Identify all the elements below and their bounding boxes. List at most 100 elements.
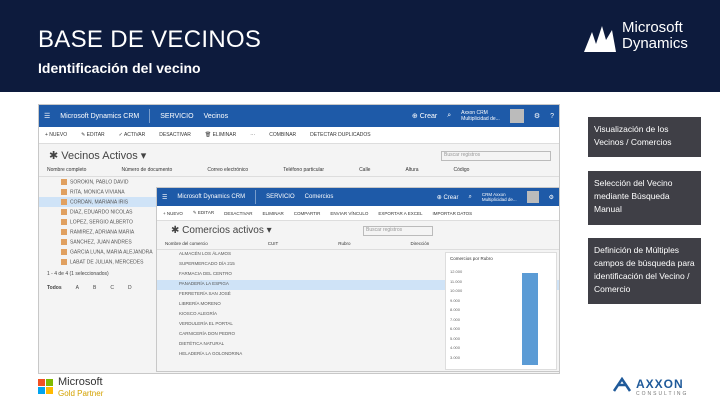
record-icon: [61, 239, 67, 245]
alpha-letter[interactable]: A: [76, 285, 79, 291]
tick-label: 5.000: [450, 335, 461, 341]
create-button[interactable]: ⊕ Crear: [412, 112, 437, 120]
chart-caption[interactable]: Comercios por Rubro: [446, 253, 556, 264]
crm-topbar: ☰ Microsoft Dynamics CRM SERVICIO Vecino…: [39, 105, 559, 127]
alpha-letter[interactable]: B: [93, 285, 96, 291]
dynamics-logo-icon: [584, 26, 616, 52]
cmd-edit[interactable]: ✎ EDITAR: [81, 132, 105, 138]
app-name[interactable]: Microsoft Dynamics CRM: [60, 113, 139, 120]
view-title[interactable]: ✱ Comercios activos ▾: [171, 225, 272, 236]
ms-logo-text: Microsoft Gold Partner: [58, 377, 103, 399]
user-line2: Multiplicidad de...: [461, 116, 500, 122]
search-input[interactable]: Buscar registros: [441, 150, 551, 161]
row-name: DIAZ, EDUARDO NICOLAS: [70, 209, 133, 216]
entity-link[interactable]: Vecinos: [204, 113, 229, 120]
user-info[interactable]: Axxon CRM Multiplicidad de...: [461, 110, 500, 122]
microsoft-logo-icon: [38, 379, 53, 394]
alpha-all[interactable]: Todos: [47, 285, 62, 291]
col-header[interactable]: Número de documento: [121, 167, 172, 173]
cmd-duplicates[interactable]: DETECTAR DUPLICADOS: [310, 132, 370, 138]
view-header: ✱ Vecinos Activos ▾ Buscar registros: [39, 144, 559, 164]
row-name: RAMIREZ, ADRIANA MARIA: [70, 229, 135, 236]
table-row[interactable]: SOROKIN, PABLO DAVID: [39, 177, 559, 187]
tick-label: 3.000: [450, 354, 461, 360]
ms-line1: Microsoft: [58, 376, 103, 388]
record-icon: [61, 179, 67, 185]
menu-icon[interactable]: ☰: [44, 112, 50, 120]
menu-icon[interactable]: ☰: [162, 194, 167, 201]
view-title[interactable]: ✱ Vecinos Activos ▾: [49, 149, 146, 162]
search-icon[interactable]: ⌕: [468, 194, 471, 201]
avatar[interactable]: [509, 109, 524, 123]
cmd-activate[interactable]: ✓ ACTIVAR: [119, 132, 146, 138]
app-name[interactable]: Microsoft Dynamics CRM: [177, 194, 245, 200]
col-header[interactable]: Nombre completo: [47, 167, 86, 173]
view-header: ✱ Comercios activos ▾ Buscar registros: [157, 221, 559, 238]
cmd-share[interactable]: COMPARTIR: [294, 211, 321, 216]
create-label: Crear: [419, 113, 438, 120]
tick-label: 8.000: [450, 307, 461, 312]
slide-header: BASE DE VECINOS Identificación del vecin…: [0, 0, 720, 92]
col-header[interactable]: Rubro: [338, 241, 350, 246]
crm-topbar: ☰ Microsoft Dynamics CRM SERVICIO Comerc…: [157, 188, 559, 206]
search-icon[interactable]: ⌕: [447, 112, 451, 120]
chart-bar[interactable]: [522, 273, 538, 365]
gear-icon[interactable]: ⚙: [534, 112, 540, 120]
slide-subtitle: Identificación del vecino: [38, 60, 201, 76]
tick-label: 12.000: [450, 269, 463, 274]
entity-link[interactable]: Comercios: [305, 194, 334, 200]
chart-panel: Comercios por Rubro 12.000 11.000 10.000…: [445, 252, 557, 370]
col-header[interactable]: CUIT: [268, 241, 279, 246]
cmd-deactivate[interactable]: DESACTIVAR: [224, 211, 252, 216]
cmd-deactivate[interactable]: DESACTIVAR: [159, 132, 191, 138]
record-icon: [61, 229, 67, 235]
divider: [255, 190, 257, 204]
cmd-export[interactable]: EXPORTAR A EXCEL: [378, 211, 422, 216]
area-link[interactable]: SERVICIO: [160, 113, 193, 120]
col-header[interactable]: Correo electrónico: [207, 167, 248, 173]
command-bar: + NUEVO ✎ EDITAR DESACTIVAR ELIMINAR COM…: [157, 206, 559, 221]
area-link[interactable]: SERVICIO: [266, 194, 295, 200]
cmd-edit[interactable]: ✎ EDITAR: [193, 210, 214, 216]
create-button[interactable]: ⊕ Crear: [437, 194, 459, 201]
dynamics-logo-text: Microsoft Dynamics: [622, 20, 688, 52]
col-header[interactable]: Nombre del comercio: [165, 241, 208, 246]
search-input[interactable]: Buscar registros: [363, 225, 433, 236]
cmd-import[interactable]: IMPORTAR DATOS: [433, 211, 473, 216]
row-name: CORDAN, MARIANA IRIS: [70, 199, 129, 206]
view-title-text: Vecinos Activos: [61, 150, 138, 162]
alpha-letter[interactable]: D: [128, 285, 132, 291]
col-header[interactable]: Dirección: [411, 241, 430, 246]
grid-header: Nombre completo Número de documento Corr…: [39, 164, 559, 177]
tick-label: 9.000: [450, 297, 461, 303]
alpha-letter[interactable]: C: [110, 285, 114, 291]
cmd-new[interactable]: + NUEVO: [45, 132, 67, 138]
tick-label: 4.000: [450, 345, 461, 350]
col-header[interactable]: Calle: [359, 167, 370, 173]
axxon-line1: AXXON: [636, 377, 684, 391]
cmd-send-link[interactable]: ENVIAR VÍNCULO: [330, 211, 368, 216]
record-icon: [61, 199, 67, 205]
tick-label: 7.000: [450, 316, 461, 322]
help-icon[interactable]: ?: [550, 113, 554, 120]
command-bar: + NUEVO ✎ EDITAR ✓ ACTIVAR DESACTIVAR 🗑 …: [39, 127, 559, 144]
col-header[interactable]: Teléfono particular: [283, 167, 324, 173]
slide-title: BASE DE VECINOS: [38, 26, 262, 53]
row-name: LABAT DE JULIAN, MERCEDES: [70, 259, 144, 266]
row-name: RITA, MONICA VIVIANA: [70, 189, 125, 196]
tick-label: 10.000: [450, 288, 463, 293]
cmd-delete[interactable]: ELIMINAR: [263, 211, 284, 216]
cmd-new[interactable]: + NUEVO: [163, 211, 183, 216]
avatar[interactable]: [526, 191, 539, 203]
gear-icon[interactable]: ⚙: [549, 194, 554, 201]
tick-label: 6.000: [450, 326, 461, 331]
row-name: GARCIA LUNA, MARIA ALEJANDRA: [70, 249, 153, 256]
col-header[interactable]: Código: [454, 167, 470, 173]
col-header[interactable]: Altura: [405, 167, 418, 173]
axxon-logo-icon: [612, 377, 632, 392]
axxon-logo-text: AXXON CONSULTING: [636, 377, 688, 397]
cmd-more[interactable]: ⋯: [250, 132, 255, 138]
cmd-merge[interactable]: COMBINAR: [269, 132, 296, 138]
user-info[interactable]: CRM Axxon Multiplicidad de...: [482, 192, 517, 202]
cmd-delete[interactable]: 🗑 ELIMINAR: [205, 132, 236, 138]
